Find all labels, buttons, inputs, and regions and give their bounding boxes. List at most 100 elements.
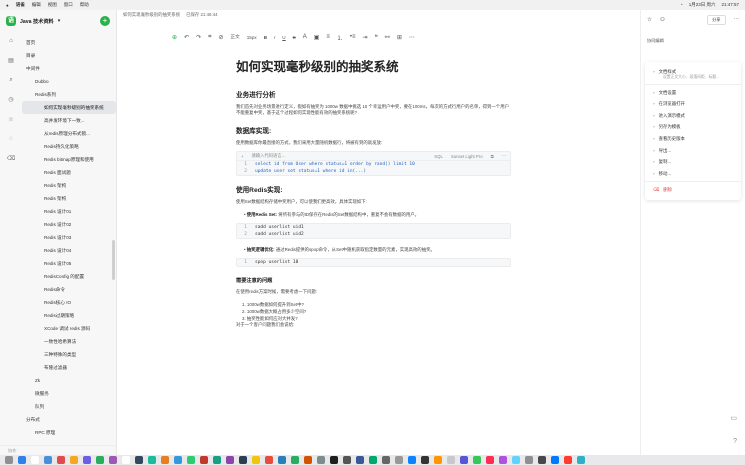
sidebar-item[interactable]: Redis 设计05 (22, 257, 116, 270)
sidebar-item[interactable]: Redis命令 (22, 283, 116, 296)
code-line[interactable]: 2 update user set status=1 where id in(..… (237, 168, 510, 175)
dock-app-icon[interactable] (343, 456, 351, 464)
star-icon[interactable]: ☆ (8, 116, 13, 123)
collab-label[interactable]: 协同编辑 (647, 38, 664, 44)
sidebar-footer[interactable]: 协作 (0, 445, 117, 455)
dock-app-icon[interactable] (304, 456, 312, 464)
chat-icon[interactable]: ▭ (730, 414, 737, 422)
dock-app-icon[interactable] (31, 456, 39, 464)
more-icon[interactable]: ⋯ (502, 153, 506, 159)
italic-button[interactable]: I (274, 35, 275, 40)
person-icon[interactable]: ⚇ (660, 17, 665, 23)
numbered-item[interactable]: 3. 抽奖性能如何应对大并发? (242, 315, 511, 322)
menu-item[interactable]: ▫ 导出... (645, 145, 741, 157)
paragraph[interactable]: 使用Set数据结构存储中奖用户，可以使我们更高效，具体实现如下: (236, 199, 511, 205)
more-icon[interactable]: ⋯ (409, 34, 415, 41)
dock-app-icon[interactable] (460, 456, 468, 464)
ordered-list-icon[interactable]: ⒈ (337, 33, 343, 42)
sidebar-item[interactable]: Redis 架构 (22, 179, 116, 192)
copy-icon[interactable]: ⧉ (491, 154, 494, 159)
dock-app-icon[interactable] (57, 456, 65, 464)
paragraph[interactable]: 对于一个客户问题我们会说给: (236, 322, 511, 328)
dock-app-icon[interactable] (382, 456, 390, 464)
numbered-item[interactable]: 2. 1000w数据大概占用多少空间? (242, 308, 511, 315)
sidebar-item[interactable]: Redis 设计02 (22, 218, 116, 231)
sidebar-item[interactable]: 中间件 (22, 62, 116, 75)
dock-app-icon[interactable] (18, 456, 26, 464)
dock-app-icon[interactable] (356, 456, 364, 464)
dock-app-icon[interactable] (109, 456, 117, 464)
sidebar-item[interactable]: 如何实现毫秒级别的抽奖系统 (22, 101, 116, 114)
dock-app-icon[interactable] (44, 456, 52, 464)
sidebar-item[interactable]: 一致性哈希算法 (22, 335, 116, 348)
code-lang-input[interactable]: 请输入代码语言... (252, 153, 286, 159)
menu-edit[interactable]: 编辑 (32, 2, 41, 8)
sidebar-scrollbar[interactable] (112, 240, 115, 280)
star-icon[interactable]: ☆ (647, 17, 652, 23)
dock-app-icon[interactable] (499, 456, 507, 464)
sidebar-item[interactable]: Dubbo (22, 75, 116, 88)
code-theme-select[interactable]: Sunset Light Pro (451, 154, 483, 159)
trash-icon[interactable]: ⌫ (7, 155, 15, 162)
section-heading[interactable]: 数据库实现: (236, 125, 511, 135)
dock-app-icon[interactable] (538, 456, 546, 464)
code-block[interactable]: 1 sadd userlist uid1 2 sadd userlist uid2 (236, 223, 511, 240)
sidebar-item[interactable]: Redis 架构 (22, 192, 116, 205)
dock-app-icon[interactable] (83, 456, 91, 464)
menu-item[interactable]: ▫ 进入演示模式 (645, 110, 741, 122)
highlight-icon[interactable]: ▣ (314, 34, 320, 41)
menu-item[interactable]: ▫ 复制... (645, 156, 741, 168)
apple-icon[interactable]: ● (6, 3, 9, 8)
dock-app-icon[interactable] (317, 456, 325, 464)
code-block[interactable]: 1 spop userlist 10 (236, 258, 511, 268)
sidebar-item[interactable]: Redis系列 (22, 88, 116, 101)
dock-app-icon[interactable] (226, 456, 234, 464)
menu-item[interactable]: ▫ 查看历史版本 (645, 133, 741, 145)
numbered-item[interactable]: 1. 1000w数据如何提升到Set中? (242, 301, 511, 308)
bell-icon[interactable]: ◌ (9, 136, 13, 142)
dock-app-icon[interactable] (577, 456, 585, 464)
sidebar-item[interactable]: 布隆过滤器 (22, 361, 116, 374)
dock-app-icon[interactable] (239, 456, 247, 464)
link-icon[interactable]: ⚯ (385, 34, 390, 41)
undo-icon[interactable]: ↶ (184, 34, 189, 41)
dock-app-icon[interactable] (96, 456, 104, 464)
code-line[interactable]: 2 sadd userlist uid2 (237, 231, 510, 238)
dock-app-icon[interactable] (525, 456, 533, 464)
search-icon[interactable]: ⌕ (9, 77, 12, 84)
sidebar-item[interactable]: XCode 调试 redis 源码 (22, 322, 116, 335)
sidebar-item[interactable]: RPC 原理 (22, 426, 116, 439)
dock-app-icon[interactable] (174, 456, 182, 464)
bullet-item[interactable]: • 使用Redis Set: 将所有参与的ID保存在Redis的Set数据结构中… (244, 212, 511, 218)
doc-title[interactable]: 如何实现毫秒级别的抽奖系统 (236, 56, 511, 75)
dock-app-icon[interactable] (5, 456, 13, 464)
sidebar-item[interactable]: 队列 (22, 400, 116, 413)
dock-app-icon[interactable] (395, 456, 403, 464)
chevron-down-icon[interactable]: ▾ (58, 18, 61, 24)
code-line[interactable]: 1 select id from User where status=1 orde… (237, 161, 510, 168)
code-line[interactable]: 1 sadd userlist uid1 (237, 224, 510, 231)
menu-item[interactable]: ⌫ 删除 (645, 184, 741, 196)
help-icon[interactable]: ? (733, 438, 737, 445)
dock-app-icon[interactable] (369, 456, 377, 464)
align-icon[interactable]: ≡ (326, 34, 330, 40)
dock-app-icon[interactable] (421, 456, 429, 464)
bullet-list-icon[interactable]: •≡ (350, 34, 356, 40)
dock-app-icon[interactable] (70, 456, 78, 464)
sidebar-item[interactable]: 从redis原理分布式锁... (22, 127, 116, 140)
menu-item[interactable]: ▫ 移动... (645, 168, 741, 180)
sidebar-item[interactable]: 三种特殊的类型 (22, 348, 116, 361)
dock-app-icon[interactable] (200, 456, 208, 464)
dock-app-icon[interactable] (551, 456, 559, 464)
menu-item[interactable]: ▫ 另存为模板 (645, 121, 741, 133)
underline-button[interactable]: U (282, 35, 285, 40)
bold-button[interactable]: B (264, 35, 267, 40)
wifi-icon[interactable]: ◔ (680, 2, 683, 8)
dock-app-icon[interactable] (148, 456, 156, 464)
dock-app-icon[interactable] (447, 456, 455, 464)
dock-app-icon[interactable] (473, 456, 481, 464)
redo-icon[interactable]: ↷ (196, 34, 201, 41)
dock-app-icon[interactable] (291, 456, 299, 464)
dock-app-icon[interactable] (278, 456, 286, 464)
quote-icon[interactable]: ❝ (375, 34, 378, 41)
